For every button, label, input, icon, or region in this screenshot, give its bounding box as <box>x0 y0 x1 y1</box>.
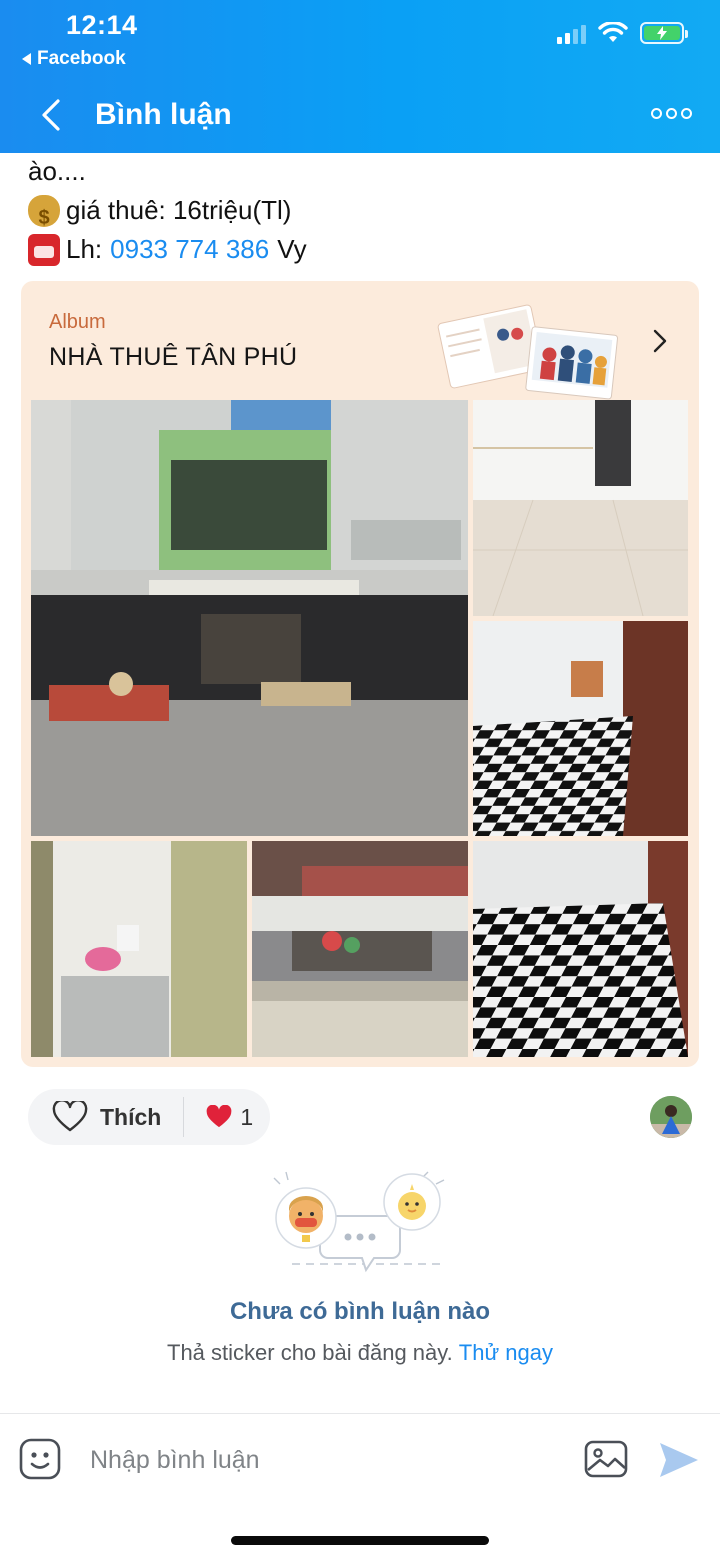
album-photo-storefront[interactable] <box>31 400 468 836</box>
signal-icon <box>557 22 586 44</box>
wifi-icon <box>598 22 628 42</box>
sticker-smiley-icon[interactable] <box>19 1438 61 1480</box>
like-button[interactable]: Thích <box>28 1089 161 1145</box>
album-photo-empty-room[interactable] <box>473 400 688 616</box>
no-comments-illustration <box>273 1171 445 1273</box>
telephone-icon <box>28 233 60 266</box>
contact-name: Vy <box>277 234 307 264</box>
album-card[interactable]: Album NHÀ THUÊ TÂN PHÚ <box>21 281 699 1067</box>
battery-charging-icon <box>640 22 688 44</box>
reaction-bar: Thích 1 <box>28 1089 270 1145</box>
price-text: giá thuê: 16triệu(Tl) <box>66 195 292 225</box>
try-now-link[interactable]: Thử ngay <box>459 1340 553 1365</box>
comment-input[interactable] <box>90 1442 560 1478</box>
post-body: ào.... giá thuê: 16triệu(Tl) Lh: 0933 77… <box>28 152 688 269</box>
album-title: NHÀ THUÊ TÂN PHÚ <box>49 343 298 371</box>
send-icon[interactable] <box>658 1440 700 1480</box>
status-time: 12:14 <box>66 10 138 40</box>
album-photo-street-view[interactable] <box>252 841 468 1057</box>
contact-line: Lh: 0933 774 386 Vy <box>28 230 688 269</box>
album-photo-bathroom[interactable] <box>31 841 247 1057</box>
money-bag-icon <box>28 194 60 238</box>
more-dot-icon <box>651 108 662 119</box>
home-indicator <box>231 1536 489 1545</box>
page-title: Bình luận <box>95 98 232 131</box>
more-dot-icon <box>681 108 692 119</box>
price-line: giá thuê: 16triệu(Tl) <box>28 191 688 238</box>
contact-prefix: Lh: <box>66 234 103 264</box>
heart-count-value: 1 <box>240 1103 254 1130</box>
album-photo-checkered-room[interactable] <box>473 621 688 836</box>
heart-filled-icon <box>207 1105 232 1128</box>
comment-composer <box>0 1414 720 1506</box>
more-dot-icon <box>666 108 677 119</box>
like-label: Thích <box>100 1103 162 1130</box>
heart-outline-icon <box>52 1101 88 1132</box>
top-header: 12:14 Facebook Bình luận <box>0 0 720 153</box>
phone-number-link[interactable]: 0933 774 386 <box>110 230 269 269</box>
post-line-1: ào.... <box>28 156 86 186</box>
no-comments-title: Chưa có bình luận nào <box>229 1298 491 1325</box>
no-comments-subtitle: Thả sticker cho bài đăng này. Thử ngay <box>0 1340 720 1366</box>
system-status-icons <box>557 22 688 44</box>
back-app-label: Facebook <box>37 48 126 69</box>
more-options-button[interactable] <box>651 108 692 119</box>
heart-reaction-count[interactable]: 1 <box>184 1104 253 1131</box>
album-label: Album <box>49 311 106 333</box>
album-photos-illustration <box>437 304 619 400</box>
back-to-app-link[interactable]: Facebook <box>22 48 126 70</box>
back-triangle-icon <box>22 53 31 65</box>
back-chevron-icon[interactable] <box>38 98 66 132</box>
no-comments-hint: Thả sticker cho bài đăng này. <box>167 1340 453 1365</box>
album-photo-checkered-room-2[interactable] <box>473 841 688 1057</box>
image-picker-icon[interactable] <box>584 1440 628 1478</box>
reactor-avatar[interactable] <box>650 1096 692 1138</box>
chevron-right-icon[interactable] <box>651 327 669 355</box>
